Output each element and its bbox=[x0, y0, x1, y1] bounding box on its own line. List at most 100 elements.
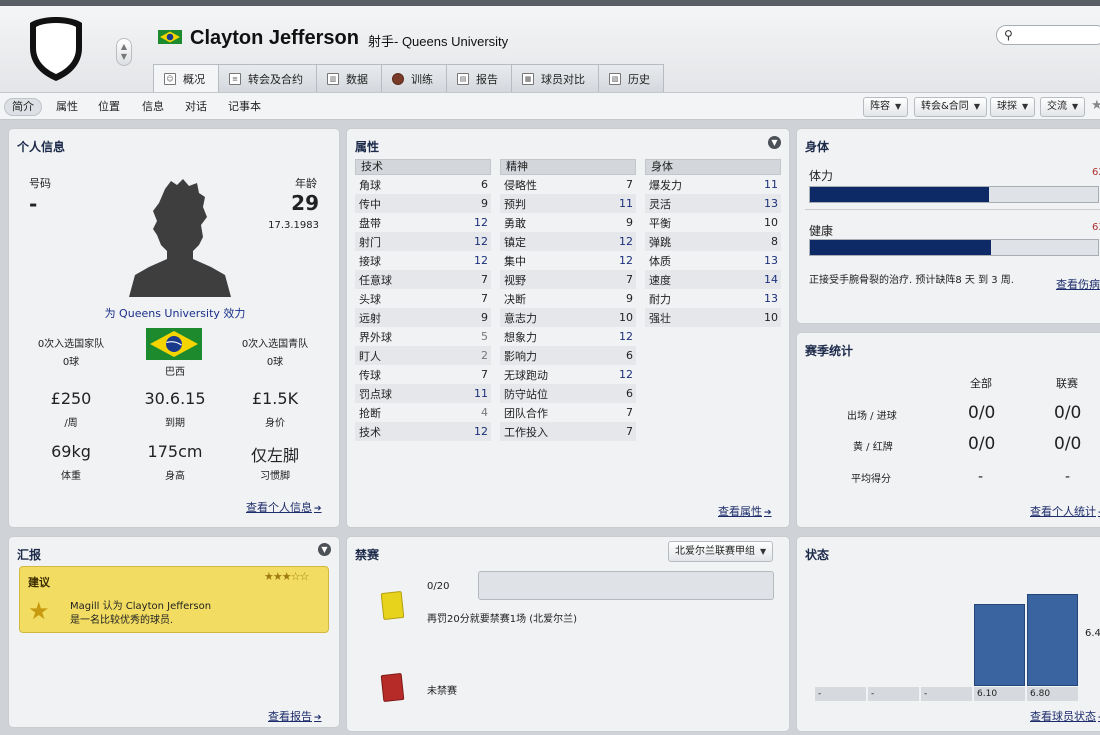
transfer-dropdown[interactable]: 转会&合同 ▼ bbox=[914, 97, 987, 117]
mental-attribute-row: 预判 11 bbox=[500, 194, 636, 213]
star-icon[interactable]: ★ bbox=[1091, 98, 1100, 113]
apps-goals-label: 出场 / 进球 bbox=[847, 411, 897, 422]
rating-stars-icon: ★★★☆☆ bbox=[264, 570, 309, 583]
stamina-label: 体力 bbox=[809, 169, 834, 183]
panel-title: 状态 bbox=[805, 548, 830, 562]
attribute-value: 13 bbox=[764, 254, 778, 267]
tab-report[interactable]: ▤ 报告 bbox=[446, 64, 512, 92]
chevron-down-icon[interactable]: ▼ bbox=[121, 52, 127, 62]
player-nav-arrows[interactable]: ▲ ▼ bbox=[116, 38, 132, 66]
attributes-panel: 属性 ▼ 技术 角球 6 传中 9 盘带 12 射门 12 接球 12 任意球 7 头球 7 远射 9 界外球 5… bbox=[346, 128, 790, 528]
interaction-dropdown[interactable]: 交流 ▼ bbox=[1040, 97, 1086, 117]
health-value: 63 bbox=[1092, 222, 1100, 233]
attribute-name: 爆发力 bbox=[649, 178, 682, 192]
attribute-value: 5 bbox=[481, 330, 488, 343]
mental-attribute-row: 无球跑动 12 bbox=[500, 365, 636, 384]
form-bar bbox=[974, 604, 1025, 686]
attribute-value: 10 bbox=[764, 216, 778, 229]
physical-condition-panel: 身体 体力 62 健康 63 正接受手腕骨裂的治疗. 预计缺阵8 天 到 3 周… bbox=[796, 128, 1100, 324]
report-text-line2: 是一名比较优秀的球员. bbox=[70, 615, 174, 626]
health-label: 健康 bbox=[809, 224, 834, 238]
form-match-label: - bbox=[815, 687, 866, 701]
subtab-interaction[interactable]: 对话 bbox=[178, 98, 214, 116]
collapse-icon[interactable]: ▼ bbox=[318, 543, 331, 556]
tab-training[interactable]: 训练 bbox=[381, 64, 447, 92]
stamina-bar bbox=[809, 186, 1099, 203]
technical-attribute-row: 远射 9 bbox=[355, 308, 491, 327]
view-attributes-link[interactable]: 查看属性 ➔ bbox=[718, 503, 772, 519]
attribute-value: 10 bbox=[764, 311, 778, 324]
technical-attribute-row: 盯人 2 bbox=[355, 346, 491, 365]
scout-dropdown[interactable]: 球探 ▼ bbox=[990, 97, 1036, 117]
attribute-value: 12 bbox=[619, 254, 633, 267]
attribute-name: 体质 bbox=[649, 254, 671, 268]
subtab-info[interactable]: 信息 bbox=[135, 98, 171, 116]
attribute-name: 远射 bbox=[359, 311, 381, 325]
arrow-right-icon: ➔ bbox=[314, 713, 322, 723]
subtab-notes[interactable]: 记事本 bbox=[221, 98, 268, 116]
search-icon: ⚲ bbox=[1004, 28, 1013, 42]
tab-stats[interactable]: ▥ 数据 bbox=[316, 64, 382, 92]
view-personal-stats-link[interactable]: 查看个人统计➔ bbox=[1030, 503, 1100, 519]
chevron-up-icon[interactable]: ▲ bbox=[121, 42, 127, 52]
mental-attribute-row: 决断 9 bbox=[500, 289, 636, 308]
subtab-attributes[interactable]: 属性 bbox=[49, 98, 85, 116]
league-dropdown[interactable]: 北爱尔兰联赛甲组 ▼ bbox=[668, 541, 774, 562]
attribute-name: 速度 bbox=[649, 273, 671, 287]
attribute-value: 11 bbox=[764, 178, 778, 191]
yellow-card-note: 再罚20分就要禁赛1场 (北爱尔兰) bbox=[427, 614, 578, 625]
scout-recommendation-card[interactable]: 建议 ★★★☆☆ ★ Magill 认为 Clayton Jefferson 是… bbox=[19, 566, 329, 633]
technical-attribute-row: 抢断 4 bbox=[355, 403, 491, 422]
avg-rating-all: - bbox=[978, 469, 984, 485]
attribute-value: 12 bbox=[474, 254, 488, 267]
nation-flag-icon bbox=[146, 328, 202, 360]
red-card-note: 未禁赛 bbox=[427, 686, 457, 697]
subtab-summary[interactable]: 简介 bbox=[4, 98, 42, 116]
attribute-name: 无球跑动 bbox=[504, 368, 548, 382]
attribute-value: 12 bbox=[474, 425, 488, 438]
technical-attribute-row: 角球 6 bbox=[355, 175, 491, 194]
view-personal-info-link[interactable]: 查看个人信息 ➔ bbox=[246, 499, 322, 515]
cards-all: 0/0 bbox=[968, 434, 996, 454]
disciplinary-points: 0/20 bbox=[427, 581, 450, 592]
attribute-value: 10 bbox=[619, 311, 633, 324]
ball-icon bbox=[392, 72, 404, 85]
technical-attribute-row: 头球 7 bbox=[355, 289, 491, 308]
form-bar bbox=[1027, 594, 1078, 686]
tab-overview[interactable]: ☺ 概况 bbox=[153, 64, 219, 93]
injury-note: 正接受手腕骨裂的治疗. 预计缺阵8 天 到 3 周. bbox=[809, 275, 1014, 286]
attribute-value: 8 bbox=[771, 235, 778, 248]
avg-rating-league: - bbox=[1065, 469, 1071, 485]
attribute-value: 6 bbox=[626, 349, 633, 362]
technical-column: 技术 角球 6 传中 9 盘带 12 射门 12 接球 12 任意球 7 头球 7 远射 9 界外球 5 盯人 2 传球… bbox=[355, 159, 491, 441]
main-tabs: ☺ 概况 ≡ 转会及合约 ▥ 数据 训练 ▤ 报告 ▦ 球员对比 ▧ 历史 bbox=[153, 64, 664, 93]
report-icon: ▤ bbox=[457, 72, 469, 85]
arrow-right-icon: ➔ bbox=[764, 508, 772, 518]
attribute-value: 14 bbox=[764, 273, 778, 286]
panel-title: 身体 bbox=[805, 140, 830, 154]
search-input[interactable]: ⚲ bbox=[996, 25, 1100, 45]
physical-attribute-row: 灵活 13 bbox=[645, 194, 781, 213]
view-injury-link[interactable]: 查看伤病 bbox=[1056, 276, 1100, 292]
tab-history[interactable]: ▧ 历史 bbox=[598, 64, 664, 92]
attribute-value: 9 bbox=[626, 216, 633, 229]
disciplinary-bar bbox=[478, 571, 774, 600]
tab-compare[interactable]: ▦ 球员对比 bbox=[511, 64, 599, 92]
collapse-icon[interactable]: ▼ bbox=[768, 136, 781, 149]
view-report-link[interactable]: 查看报告 ➔ bbox=[268, 708, 322, 724]
physical-column: 身体 爆发力 11 灵活 13 平衡 10 弹跳 8 体质 13 速度 14 耐力 13 强壮 10 bbox=[645, 159, 781, 327]
subtab-positions[interactable]: 位置 bbox=[91, 98, 127, 116]
plays-for-link[interactable]: 为 Queens University 效力 bbox=[9, 305, 341, 321]
attribute-value: 11 bbox=[474, 387, 488, 400]
caret-down-icon: ▼ bbox=[895, 102, 902, 111]
height-value: 175cm bbox=[147, 442, 203, 461]
contract-expiry-value: 30.6.15 bbox=[144, 389, 206, 408]
physical-attribute-row: 弹跳 8 bbox=[645, 232, 781, 251]
squad-dropdown[interactable]: 阵容 ▼ bbox=[863, 97, 909, 117]
physical-attribute-row: 平衡 10 bbox=[645, 213, 781, 232]
tab-transfer-contract[interactable]: ≡ 转会及合约 bbox=[218, 64, 317, 92]
mental-header: 精神 bbox=[500, 159, 636, 175]
cards-label: 黄 / 红牌 bbox=[853, 442, 893, 453]
view-form-link[interactable]: 查看球员状态➔ bbox=[1030, 708, 1100, 724]
attribute-value: 9 bbox=[481, 197, 488, 210]
